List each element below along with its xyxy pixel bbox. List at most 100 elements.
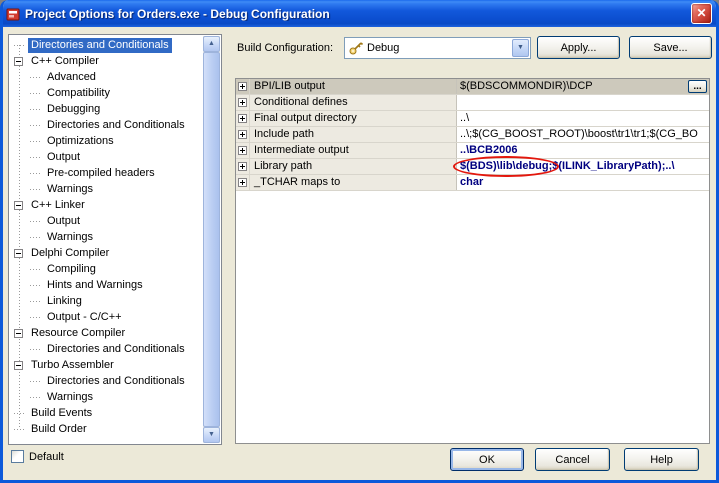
property-name: Intermediate output [250, 143, 457, 158]
expand-icon[interactable] [238, 162, 247, 171]
expander-cell [236, 79, 250, 94]
tree-item-compatibility[interactable]: Compatibility [10, 85, 203, 101]
collapse-icon[interactable] [14, 57, 23, 66]
cancel-button[interactable]: Cancel [535, 448, 610, 471]
tree-item-advanced[interactable]: Advanced [10, 69, 203, 85]
tree-item-label: Hints and Warnings [44, 278, 146, 293]
tree-item-turbo-assembler[interactable]: Turbo Assembler [10, 357, 203, 373]
scroll-down-icon: ▼ [208, 431, 215, 438]
property-row[interactable]: Intermediate output..\BCB2006 [236, 143, 709, 159]
tree-connector [30, 157, 41, 158]
build-configuration-value: Debug [366, 42, 512, 54]
tree-item-output[interactable]: Output [10, 213, 203, 229]
expand-icon[interactable] [238, 146, 247, 155]
tree-item-pre-compiled-headers[interactable]: Pre-compiled headers [10, 165, 203, 181]
default-checkbox[interactable] [11, 450, 24, 463]
expand-icon[interactable] [238, 178, 247, 187]
expander-cell [236, 175, 250, 190]
property-row[interactable]: _TCHAR maps tochar [236, 175, 709, 191]
help-button[interactable]: Help [624, 448, 699, 471]
expander-cell [236, 127, 250, 142]
default-checkbox-label: Default [29, 451, 64, 463]
default-option: Default [11, 450, 64, 463]
property-row[interactable]: Library path$(BDS)\lib\debug;$(ILINK_Lib… [236, 159, 709, 175]
close-button[interactable]: ✕ [691, 3, 712, 24]
tree-item-linking[interactable]: Linking [10, 293, 203, 309]
save-button[interactable]: Save... [629, 36, 712, 59]
tree-item-warnings[interactable]: Warnings [10, 229, 203, 245]
tree-item-directories-and-conditionals[interactable]: Directories and Conditionals [10, 37, 203, 53]
property-row[interactable]: Include path..\;$(CG_BOOST_ROOT)\boost\t… [236, 127, 709, 143]
expand-icon[interactable] [238, 130, 247, 139]
tree-item-directories-and-conditionals[interactable]: Directories and Conditionals [10, 117, 203, 133]
dialog-body: Directories and ConditionalsC++ Compiler… [3, 27, 716, 480]
tree-item-directories-and-conditionals[interactable]: Directories and Conditionals [10, 341, 203, 357]
tree-item-label: Warnings [44, 230, 96, 245]
expand-icon[interactable] [238, 82, 247, 91]
tree-item-delphi-compiler[interactable]: Delphi Compiler [10, 245, 203, 261]
scroll-down-button[interactable]: ▼ [203, 427, 220, 443]
tree-connector [30, 93, 41, 94]
tree-item-label: Optimizations [44, 134, 117, 149]
tree-item-label: Directories and Conditionals [44, 118, 188, 133]
tree-item-optimizations[interactable]: Optimizations [10, 133, 203, 149]
tree-item-output-c-c[interactable]: Output - C/C++ [10, 309, 203, 325]
tree-connector [30, 141, 41, 142]
browse-button[interactable]: ... [688, 80, 707, 93]
property-name: _TCHAR maps to [250, 175, 457, 190]
tree-connector [30, 349, 41, 350]
property-value[interactable]: ..\;$(CG_BOOST_ROOT)\boost\tr1\tr1;$(CG_… [457, 127, 709, 142]
property-value[interactable]: $(BDSCOMMONDIR)\DCP... [457, 79, 709, 94]
tree-connector [30, 109, 41, 110]
property-value[interactable]: ..\ [457, 111, 709, 126]
collapse-icon[interactable] [14, 361, 23, 370]
property-name: Final output directory [250, 111, 457, 126]
tree-item-compiling[interactable]: Compiling [10, 261, 203, 277]
tree-item-build-events[interactable]: Build Events [10, 405, 203, 421]
property-value[interactable]: ..\BCB2006 [457, 143, 709, 158]
tree-item-label: Pre-compiled headers [44, 166, 158, 181]
tree-connector [30, 173, 41, 174]
tree-item-resource-compiler[interactable]: Resource Compiler [10, 325, 203, 341]
tree-item-hints-and-warnings[interactable]: Hints and Warnings [10, 277, 203, 293]
property-value[interactable]: $(BDS)\lib\debug;$(ILINK_LibraryPath);..… [457, 159, 709, 174]
app-icon [5, 6, 21, 22]
tree-item-label: Output [44, 214, 83, 229]
tree-item-c-linker[interactable]: C++ Linker [10, 197, 203, 213]
key-icon [348, 40, 364, 56]
tree-item-label: Turbo Assembler [28, 358, 117, 373]
close-icon: ✕ [696, 6, 706, 20]
tree-item-warnings[interactable]: Warnings [10, 181, 203, 197]
property-row[interactable]: Final output directory..\ [236, 111, 709, 127]
build-configuration-select[interactable]: Debug ▼ [344, 37, 531, 59]
collapse-icon[interactable] [14, 249, 23, 258]
tree-scrollbar[interactable]: ▲ ▼ [203, 36, 220, 443]
expand-icon[interactable] [238, 98, 247, 107]
property-row[interactable]: BPI/LIB output$(BDSCOMMONDIR)\DCP... [236, 79, 709, 95]
tree-item-build-order[interactable]: Build Order [10, 421, 203, 437]
tree-item-warnings[interactable]: Warnings [10, 389, 203, 405]
tree-item-label: Linking [44, 294, 85, 309]
tree-connector [14, 413, 25, 414]
tree-item-directories-and-conditionals[interactable]: Directories and Conditionals [10, 373, 203, 389]
property-value[interactable]: char [457, 175, 709, 190]
property-value[interactable] [457, 95, 709, 110]
scroll-up-button[interactable]: ▲ [203, 36, 220, 52]
apply-button[interactable]: Apply... [537, 36, 620, 59]
red-circle-annotation [453, 156, 559, 177]
collapse-icon[interactable] [14, 329, 23, 338]
tree-item-c-compiler[interactable]: C++ Compiler [10, 53, 203, 69]
combo-dropdown-button[interactable]: ▼ [512, 39, 529, 57]
property-row[interactable]: Conditional defines [236, 95, 709, 111]
ok-button[interactable]: OK [450, 448, 524, 471]
collapse-icon[interactable] [14, 201, 23, 210]
tree-item-debugging[interactable]: Debugging [10, 101, 203, 117]
tree-item-output[interactable]: Output [10, 149, 203, 165]
titlebar[interactable]: Project Options for Orders.exe - Debug C… [0, 0, 719, 27]
tree-connector [30, 269, 41, 270]
tree-item-label: Compatibility [44, 86, 113, 101]
expander-cell [236, 159, 250, 174]
expand-icon[interactable] [238, 114, 247, 123]
scrollbar-thumb[interactable] [203, 52, 220, 427]
property-name: Conditional defines [250, 95, 457, 110]
